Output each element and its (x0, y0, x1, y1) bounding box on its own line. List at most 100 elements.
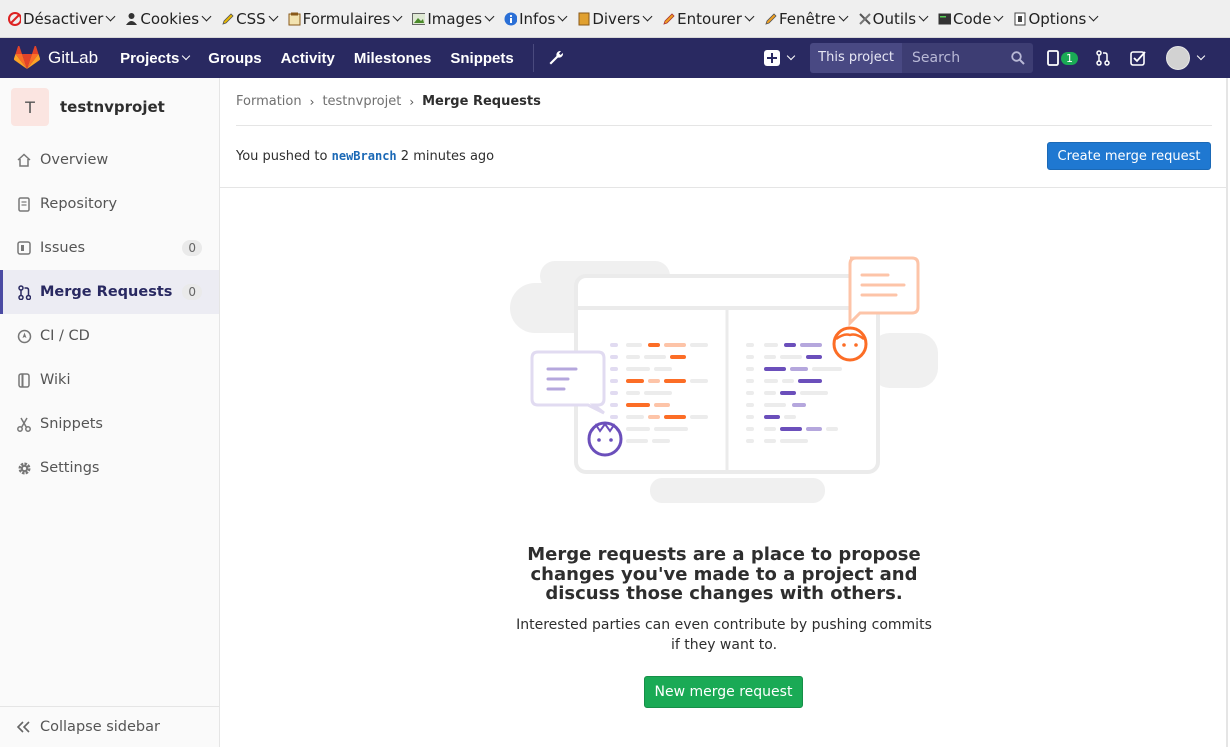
scissors-icon (16, 416, 32, 432)
admin-area-button[interactable] (548, 50, 564, 66)
search-input[interactable]: Search (902, 43, 1033, 73)
menu-infos[interactable]: Infos (504, 9, 568, 28)
sidebar-item-merge-requests[interactable]: Merge Requests 0 (0, 270, 219, 314)
issues-nav-button[interactable] (1130, 50, 1146, 66)
empty-state-title: Merge requests are a place to propose ch… (527, 544, 921, 604)
sidebar-item-label: Merge Requests (40, 284, 173, 300)
chevron-down-icon (993, 11, 1004, 22)
chevron-down-icon (1196, 51, 1206, 61)
info-icon (504, 12, 518, 25)
new-dropdown-button[interactable] (764, 50, 796, 66)
chevron-down-icon (786, 51, 796, 61)
forms-icon (288, 12, 301, 25)
project-header[interactable]: T testnvprojet (0, 78, 219, 136)
divider (220, 187, 1228, 188)
chevron-down-icon (105, 11, 116, 22)
menu-label: Désactiver (23, 9, 104, 28)
chevron-down-icon (642, 11, 653, 22)
user-menu-button[interactable] (1166, 46, 1206, 70)
project-avatar: T (11, 88, 49, 126)
nav-label: Activity (280, 49, 335, 67)
sidebar-item-snippets[interactable]: Snippets (0, 402, 219, 446)
chevron-down-icon (557, 11, 568, 22)
sidebar-item-issues[interactable]: Issues 0 (0, 226, 219, 270)
merge-request-icon (16, 284, 32, 300)
todos-button[interactable]: 1 (1047, 50, 1078, 66)
sidebar-item-wiki[interactable]: Wiki (0, 358, 219, 402)
push-notice: You pushed to newBranch 2 minutes ago (236, 149, 494, 164)
plus-square-icon (764, 50, 781, 66)
menu-formulaires[interactable]: Formulaires (288, 9, 403, 28)
doc-icon (16, 196, 32, 212)
branch-link[interactable]: newBranch (332, 149, 397, 163)
cookie-icon (125, 12, 138, 25)
chevron-down-icon (182, 51, 191, 61)
merge-request-icon (1096, 50, 1110, 66)
merge-requests-count-badge: 0 (182, 284, 202, 300)
menu-css[interactable]: CSS (221, 10, 279, 28)
create-merge-request-button[interactable]: Create merge request (1047, 142, 1211, 170)
chevron-down-icon (744, 11, 755, 22)
project-sidebar: T testnvprojet Overview Repository Issue… (0, 78, 220, 747)
menu-label: Divers (592, 9, 641, 28)
nav-label: Groups (208, 49, 262, 67)
breadcrumb-project[interactable]: testnvprojet (322, 94, 401, 109)
search-scope[interactable]: This project (810, 43, 902, 73)
search-icon (1011, 51, 1025, 65)
nav-snippets[interactable]: Snippets (450, 50, 513, 67)
breadcrumb: Formation › testnvprojet › Merge Request… (236, 94, 541, 109)
menu-label: Options (1028, 9, 1087, 28)
nav-projects[interactable]: Projects (120, 50, 191, 67)
push-time: 2 minutes ago (400, 149, 495, 164)
nav-groups[interactable]: Groups (208, 50, 261, 67)
menu-label: Outils (872, 9, 917, 28)
issues-count-badge: 0 (182, 240, 202, 256)
menu-options[interactable]: Options (1013, 9, 1099, 28)
home-icon (16, 152, 32, 168)
scrollbar-track[interactable] (1226, 78, 1228, 747)
sidebar-item-settings[interactable]: Settings (0, 446, 219, 490)
webdev-toolbar: Désactiver Cookies CSS Formulaires Image… (0, 0, 1230, 38)
nav-right-group: This project Search 1 (764, 38, 1230, 78)
sidebar-item-label: Snippets (40, 416, 103, 432)
chevron-down-icon (201, 11, 212, 22)
menu-fenetre[interactable]: Fenêtre (764, 10, 849, 28)
check-square-icon (1130, 51, 1146, 66)
collapse-sidebar-button[interactable]: Collapse sidebar (0, 706, 219, 747)
merge-requests-nav-button[interactable] (1096, 50, 1110, 66)
nav-milestones[interactable]: Milestones (354, 50, 432, 67)
sidebar-item-overview[interactable]: Overview (0, 138, 219, 182)
collapse-label: Collapse sidebar (40, 719, 160, 735)
search-placeholder: Search (912, 50, 961, 66)
outline-pencil-icon (662, 12, 675, 25)
menu-cookies[interactable]: Cookies (125, 10, 212, 28)
gitlab-logo[interactable]: GitLab (14, 46, 98, 70)
sidebar-item-label: Repository (40, 196, 118, 212)
chevron-down-icon (918, 11, 929, 22)
gear-icon (16, 460, 32, 476)
menu-label: Infos (519, 9, 556, 28)
new-merge-request-button[interactable]: New merge request (644, 676, 803, 708)
menu-code[interactable]: Code (938, 10, 1004, 28)
book-icon (16, 372, 32, 388)
disable-icon (8, 11, 21, 26)
menu-desactiver[interactable]: Désactiver (8, 9, 116, 28)
nav-label: Snippets (450, 49, 514, 67)
chevron-down-icon (268, 11, 279, 22)
main-content: Formation › testnvprojet › Merge Request… (220, 78, 1228, 747)
breadcrumb-group[interactable]: Formation (236, 94, 302, 109)
sidebar-item-ci-cd[interactable]: CI / CD (0, 314, 219, 358)
wrench-icon (549, 50, 563, 65)
menu-outils[interactable]: Outils (858, 9, 929, 28)
sidebar-item-repository[interactable]: Repository (0, 182, 219, 226)
search-bar[interactable]: This project Search (810, 43, 1033, 73)
issues-icon (16, 240, 32, 256)
menu-entourer[interactable]: Entourer (662, 10, 755, 28)
menu-label: Formulaires (302, 9, 391, 28)
menu-images[interactable]: Images (412, 10, 495, 28)
breadcrumb-current[interactable]: Merge Requests (422, 94, 541, 109)
brand-name: GitLab (48, 48, 99, 67)
nav-activity[interactable]: Activity (281, 50, 335, 67)
todo-count-badge: 1 (1061, 51, 1078, 65)
menu-divers[interactable]: Divers (577, 9, 653, 28)
